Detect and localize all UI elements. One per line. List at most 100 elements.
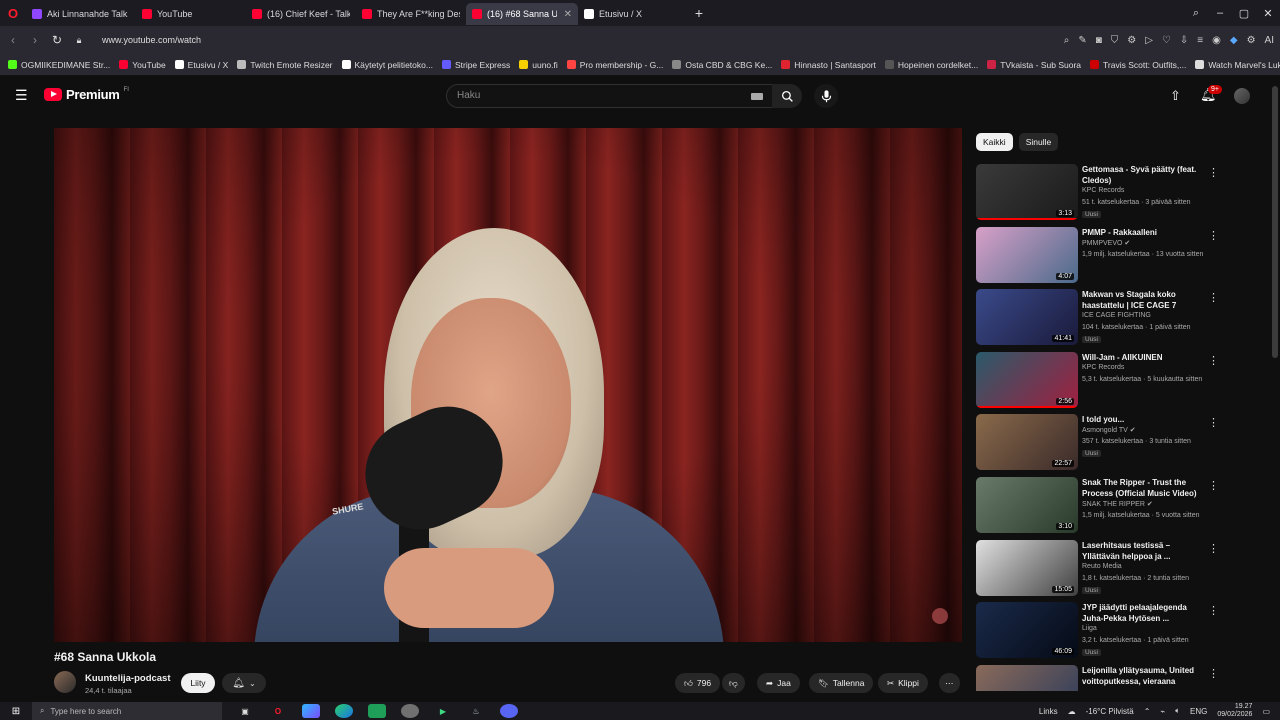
recommendation-thumbnail[interactable]: 3:13 — [976, 164, 1078, 220]
recommendation-item[interactable]: 2:56 Will-Jam - AIIKUINEN KPC Records 5,3 t… — [976, 351, 1266, 410]
lens-icon[interactable]: ⌕ — [1064, 35, 1070, 46]
play-store-taskbar-icon[interactable]: ▶ — [434, 704, 452, 718]
back-button[interactable]: ‹ — [6, 33, 20, 47]
recommendation-item[interactable]: 41:41 Makwan vs Stagala koko haastattelu … — [976, 289, 1266, 347]
join-button[interactable]: Liity — [181, 673, 215, 693]
browser-tab[interactable]: (16) #68 Sanna Ukkola ✕ — [466, 3, 578, 25]
weather-text[interactable]: -16°C Pilvistä — [1086, 707, 1134, 716]
recommendation-channel[interactable]: KPC Records — [1082, 364, 1124, 371]
filter-chip-sinulle[interactable]: Sinulle — [1018, 133, 1059, 151]
recommendation-item[interactable]: 3:13 Gettomasa - Syvä päätty (feat. Cledo… — [976, 164, 1266, 222]
more-vert-icon[interactable]: ⋮ — [1208, 604, 1219, 617]
recommendation-channel[interactable]: Reuto Media — [1082, 563, 1122, 570]
taskbar-search-input[interactable]: ⌕ Type here to search — [32, 702, 222, 720]
minimize-button[interactable]: – — [1208, 7, 1232, 20]
recommendation-thumbnail[interactable]: 4:07 — [976, 226, 1078, 283]
recommendation-item[interactable]: 15:05 Laserhitsaus testissä – Yllättävän … — [976, 539, 1266, 598]
copilot-taskbar-icon[interactable] — [302, 704, 320, 718]
keyboard-icon[interactable] — [751, 93, 763, 100]
channel-name[interactable]: Kuuntelija-podcast — [85, 673, 171, 684]
recommendation-thumbnail[interactable] — [976, 664, 1078, 691]
bookmark-item[interactable]: TVkaista - Sub Suora — [987, 60, 1081, 70]
recommendation-channel[interactable]: PMMPVEVO ✔ — [1082, 239, 1130, 247]
taskbar-clock[interactable]: 19.27 09/02/2026 — [1217, 703, 1252, 719]
page-scrollbar[interactable] — [1272, 86, 1278, 358]
tab-close-icon[interactable]: ✕ — [564, 9, 572, 20]
recommendation-thumbnail[interactable]: 3:10 — [976, 477, 1078, 533]
recommendation-channel[interactable]: KPC Records — [1082, 187, 1124, 194]
menu-icon[interactable]: ☰ — [15, 88, 29, 102]
channel-watermark-icon[interactable] — [932, 608, 948, 624]
browser-tab[interactable]: (16) Chief Keef - Talking I... — [246, 3, 356, 25]
more-vert-icon[interactable]: ⋮ — [1208, 354, 1219, 367]
recommendation-item[interactable]: Leijonilla yllätysauma, United voittoput… — [976, 664, 1266, 691]
recommendation-item[interactable]: 3:10 Snak The Ripper - Trust the Process … — [976, 477, 1266, 535]
recommendation-channel[interactable]: Asmongold TV ✔ — [1082, 426, 1136, 434]
browser-tab[interactable]: Etusivu / X — [578, 3, 688, 25]
recommendation-thumbnail[interactable]: 15:05 — [976, 539, 1078, 596]
extension-icon[interactable]: ⚙ — [1127, 35, 1136, 46]
profile-icon[interactable]: ◉ — [1212, 35, 1221, 46]
recommendation-channel[interactable]: Liiga — [1082, 625, 1097, 632]
language-indicator[interactable]: ENG — [1190, 707, 1207, 716]
task-view-icon[interactable]: ▣ — [236, 704, 254, 718]
ai-icon[interactable]: ◆ — [1230, 35, 1238, 46]
bookmark-item[interactable]: Käytetyt pelitietoko... — [341, 60, 433, 70]
reload-button[interactable]: ↻ — [50, 33, 64, 47]
taskbar-links[interactable]: Links — [1039, 707, 1058, 716]
more-vert-icon[interactable]: ⋮ — [1208, 166, 1219, 179]
opera-menu-icon[interactable]: O — [0, 0, 26, 26]
steam-taskbar-icon[interactable]: ♨ — [467, 704, 485, 718]
settings-icon[interactable]: ⚙ — [1247, 35, 1256, 46]
browser-tab[interactable]: YouTube — [136, 3, 246, 25]
notifications-center-icon[interactable]: ▭ — [1262, 707, 1270, 716]
browser-search-icon[interactable]: ⌕ — [1184, 7, 1208, 20]
bookmark-item[interactable]: Watch Marvel's Luk... — [1195, 60, 1280, 70]
more-vert-icon[interactable]: ⋮ — [1208, 542, 1219, 555]
windows-start-icon[interactable]: ⊞ — [0, 706, 32, 717]
bookmark-item[interactable]: uuno.fi — [519, 60, 558, 70]
channel-avatar[interactable] — [54, 671, 76, 693]
download-icon[interactable]: ⇩ — [1180, 35, 1188, 46]
browser-tab[interactable]: Aki Linnanahde Talk Show — [26, 3, 136, 25]
aria-icon[interactable]: AI — [1265, 35, 1274, 46]
filter-chip-kaikki[interactable]: Kaikki — [976, 133, 1013, 151]
recommendation-item[interactable]: 4:07 PMMP - Rakkaalleni PMMPVEVO ✔ 1,9 milj… — [976, 226, 1266, 285]
edit-icon[interactable]: ✎ — [1078, 35, 1086, 46]
bookmark-item[interactable]: Travis Scott: Outfits,... — [1090, 60, 1186, 70]
heart-icon[interactable]: ♡ — [1162, 35, 1171, 46]
more-actions-button[interactable]: ⋯ — [939, 673, 960, 693]
browser-tab[interactable]: They Are F**king Desperat... — [356, 3, 466, 25]
bookmark-item[interactable]: Twitch Emote Resizer — [237, 60, 333, 70]
volume-icon[interactable]: 🔈︎ — [1175, 706, 1180, 716]
dislike-button[interactable]: 👎︎ — [722, 673, 745, 693]
more-vert-icon[interactable]: ⋮ — [1208, 291, 1219, 304]
share-button[interactable]: ➦ Jaa — [757, 673, 800, 693]
clip-button[interactable]: ✂ Klippi — [878, 673, 928, 693]
recommendation-item[interactable]: 22:57 I told you... Asmongold TV ✔ 357 t. k… — [976, 414, 1266, 472]
new-tab-button[interactable]: + — [688, 5, 710, 21]
maximize-button[interactable]: ▢ — [1232, 7, 1256, 20]
subscription-bell-button[interactable]: 🔔︎ ⌄ — [222, 673, 266, 693]
more-vert-icon[interactable]: ⋮ — [1208, 667, 1219, 680]
recommendation-thumbnail[interactable]: 22:57 — [976, 414, 1078, 471]
opera-taskbar-icon[interactable]: O — [269, 704, 287, 718]
bookmark-item[interactable]: Hopeinen cordelket... — [884, 60, 978, 70]
recommendation-channel[interactable]: SNAK THE RIPPER ✔ — [1082, 500, 1153, 508]
edge-taskbar-icon[interactable] — [335, 704, 353, 718]
video-player[interactable]: SHURE — [54, 128, 962, 642]
forward-button[interactable]: › — [28, 33, 42, 47]
app-taskbar-icon-green[interactable] — [368, 704, 386, 718]
search-button[interactable] — [772, 84, 802, 108]
bookmark-item[interactable]: OGMIIKEDIMANE Str... — [8, 60, 110, 70]
close-window-button[interactable]: ✕ — [1256, 7, 1280, 20]
bookmark-item[interactable]: YouTube — [119, 60, 166, 70]
more-vert-icon[interactable]: ⋮ — [1208, 479, 1219, 492]
bookmark-item[interactable]: Stripe Express — [441, 60, 510, 70]
bookmark-item[interactable]: Etusivu / X — [174, 60, 228, 70]
camera-icon[interactable]: ◙ — [1096, 35, 1102, 46]
youtube-premium-logo[interactable]: Premium FI — [44, 87, 129, 102]
play-icon[interactable]: ▷ — [1145, 35, 1153, 46]
voice-search-button[interactable] — [814, 84, 838, 108]
discord-taskbar-icon[interactable] — [500, 704, 518, 718]
